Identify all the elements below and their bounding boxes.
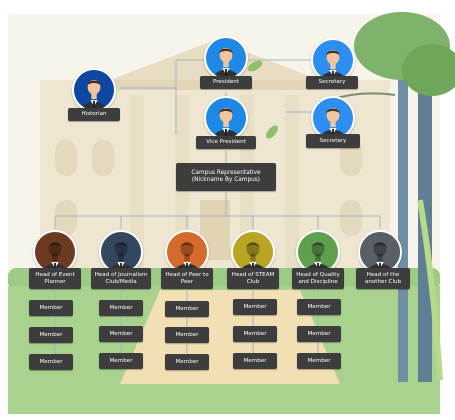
member-box: Member: [29, 300, 73, 316]
member-box: Member: [29, 327, 73, 343]
org-chart: President Secretary Historian Vice Presi…: [0, 0, 455, 420]
member-box: Member: [297, 326, 341, 342]
member-box: Member: [297, 299, 341, 315]
campus-representative-label: Campus Representative (Nickname By Campu…: [176, 163, 276, 191]
president-avatar-icon: [204, 36, 248, 80]
head-label: Head of Event Planner: [29, 268, 81, 289]
member-box: Member: [165, 327, 209, 343]
member-box: Member: [233, 326, 277, 342]
president-label: President: [200, 76, 252, 89]
head-label: Head of Quality and Discipline: [292, 268, 344, 289]
vice-president-label: Vice President: [196, 136, 256, 149]
head-label: Head of STEAM Club: [227, 268, 279, 289]
head-label: Head of Journalism Club/Media: [91, 268, 151, 289]
member-box: Member: [29, 354, 73, 370]
member-box: Member: [233, 353, 277, 369]
secretary-top-label: Secretary: [306, 76, 358, 89]
member-box: Member: [99, 300, 143, 316]
vice-president-avatar-icon: [204, 96, 248, 140]
secretary-bottom-label: Secretary: [306, 134, 360, 148]
historian-label: Historian: [68, 108, 120, 121]
member-box: Member: [297, 353, 341, 369]
historian-avatar-icon: [72, 68, 116, 112]
member-box: Member: [99, 353, 143, 369]
head-label: Head of the another Club: [356, 268, 410, 289]
member-box: Member: [233, 299, 277, 315]
member-box: Member: [165, 354, 209, 370]
member-box: Member: [99, 326, 143, 342]
head-label: Head of Peer to Peer: [161, 268, 213, 289]
member-box: Member: [165, 301, 209, 317]
